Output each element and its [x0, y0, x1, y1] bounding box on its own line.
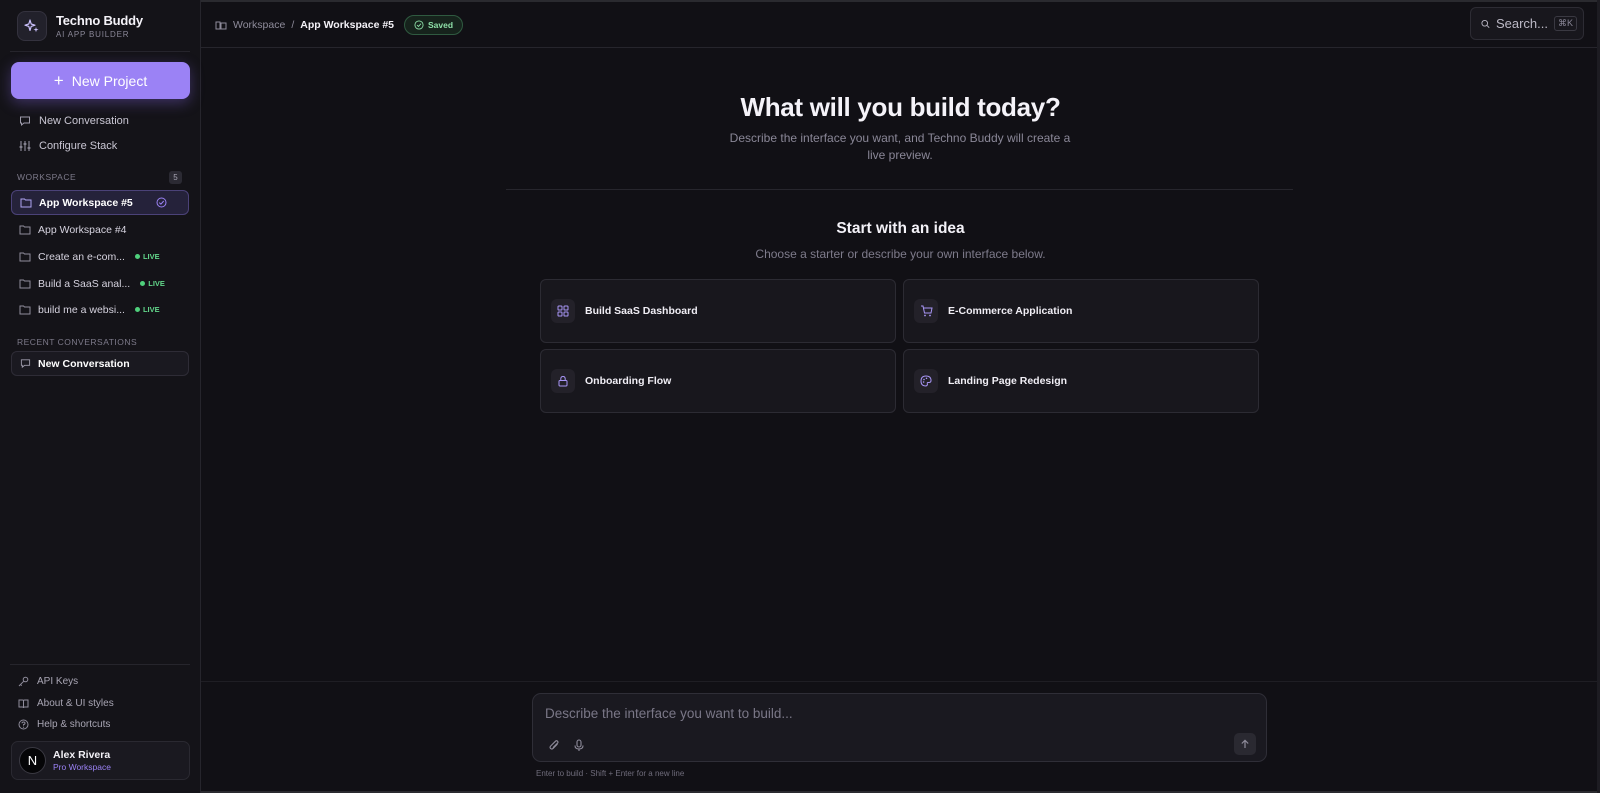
- about-ui-styles-link[interactable]: About & UI styles: [18, 698, 114, 709]
- sidebar-link-label: Configure Stack: [39, 140, 118, 152]
- divider: [10, 664, 190, 665]
- sidebar-link-configure-stack[interactable]: Configure Stack: [19, 140, 117, 152]
- brand[interactable]: Techno Buddy AI APP BUILDER: [17, 11, 143, 41]
- workspace-label: Build a SaaS anal...: [38, 277, 131, 290]
- workspace-section-title: WORKSPACE: [17, 172, 77, 182]
- recent-conversation-item[interactable]: New Conversation: [11, 351, 189, 376]
- new-project-button[interactable]: + New Project: [11, 62, 190, 99]
- link-label: Help & shortcuts: [37, 719, 111, 730]
- new-project-label: New Project: [71, 72, 148, 89]
- idea-card-onboarding[interactable]: Onboarding Flow: [540, 349, 896, 413]
- check-circle-icon: [156, 197, 167, 208]
- folder-icon: [19, 279, 31, 289]
- breadcrumb-separator: /: [291, 19, 295, 31]
- chat-bubble-icon: [20, 116, 30, 127]
- idea-card-saas-dashboard[interactable]: Build SaaS Dashboard: [540, 279, 896, 343]
- search-shortcut: ⌘K: [1553, 16, 1577, 31]
- workspace-icon: [215, 21, 227, 29]
- send-button[interactable]: [1234, 733, 1256, 755]
- workspace-item-ecommerce[interactable]: Create an e-com... LIVE: [11, 244, 189, 269]
- palette-icon: [914, 369, 938, 393]
- idea-card-ecommerce[interactable]: E-Commerce Application: [903, 279, 1259, 343]
- plus-icon: +: [53, 71, 64, 90]
- divider: [10, 51, 190, 52]
- sidebar-link-new-conversation[interactable]: New Conversation: [19, 115, 129, 127]
- sliders-icon: [19, 141, 31, 151]
- page-subtitle: Describe the interface you want, and Tec…: [729, 131, 1071, 162]
- workspace-item-app-workspace-4[interactable]: App Workspace #4: [11, 217, 189, 242]
- composer: [532, 693, 1267, 762]
- ideas-title: Start with an idea: [836, 220, 965, 237]
- grid-icon: [551, 299, 575, 323]
- conversation-label: New Conversation: [38, 357, 130, 370]
- workspace-item-app-workspace-5[interactable]: App Workspace #5: [11, 190, 189, 215]
- key-icon: [18, 676, 29, 687]
- attach-icon[interactable]: [545, 736, 563, 754]
- card-label: E-Commerce Application: [948, 305, 1073, 317]
- folder-icon: [19, 225, 31, 235]
- prompt-input[interactable]: [545, 703, 1245, 723]
- composer-hint: Enter to build · Shift + Enter for a new…: [536, 769, 685, 778]
- ideas-subtitle: Choose a starter or describe your own in…: [755, 247, 1046, 261]
- link-label: About & UI styles: [37, 698, 114, 709]
- check-circle-icon: [414, 20, 424, 30]
- user-plan: Pro Workspace: [53, 762, 111, 772]
- workspace-item-website[interactable]: build me a websi... LIVE: [11, 297, 189, 322]
- workspace-label: build me a websi...: [38, 303, 125, 316]
- workspace-label: App Workspace #5: [39, 196, 133, 209]
- card-label: Build SaaS Dashboard: [585, 305, 698, 317]
- sidebar: Techno Buddy AI APP BUILDER + New Projec…: [0, 0, 201, 793]
- folder-icon: [19, 305, 31, 315]
- workspace-label: Create an e-com...: [38, 250, 125, 263]
- brand-subtitle: AI APP BUILDER: [56, 30, 130, 39]
- card-label: Onboarding Flow: [585, 375, 672, 387]
- sidebar-link-label: New Conversation: [39, 115, 129, 127]
- brand-name: Techno Buddy: [56, 13, 143, 28]
- chat-bubble-icon: [20, 359, 31, 369]
- cart-icon: [914, 299, 938, 323]
- live-status-badge: LIVE: [134, 305, 160, 314]
- link-label: API Keys: [37, 676, 79, 687]
- live-status-badge: LIVE: [140, 279, 165, 288]
- divider: [201, 681, 1600, 682]
- folder-icon: [19, 252, 31, 262]
- live-status-badge: LIVE: [134, 252, 160, 261]
- breadcrumb: Workspace / App Workspace #5 Saved: [215, 15, 464, 35]
- recent-conversations-title: RECENT CONVERSATIONS: [17, 337, 138, 347]
- saved-label: Saved: [428, 20, 454, 30]
- saved-status-badge: Saved: [404, 15, 464, 35]
- divider: [506, 189, 1293, 190]
- user-name: Alex Rivera: [53, 749, 111, 761]
- page-title: What will you build today?: [740, 92, 1061, 122]
- help-circle-icon: [18, 719, 29, 730]
- folder-icon: [20, 198, 32, 208]
- microphone-icon[interactable]: [570, 736, 588, 754]
- book-icon: [18, 699, 29, 709]
- topbar: Workspace / App Workspace #5 Saved Searc…: [201, 0, 1600, 48]
- help-shortcuts-link[interactable]: Help & shortcuts: [18, 719, 110, 730]
- sparkle-logo-icon: [17, 11, 47, 41]
- workspace-item-saas[interactable]: Build a SaaS anal... LIVE: [11, 271, 189, 296]
- card-label: Landing Page Redesign: [948, 375, 1068, 387]
- search-placeholder: Search...: [1495, 16, 1548, 31]
- lock-icon: [551, 369, 575, 393]
- workspace-label: App Workspace #4: [38, 223, 127, 236]
- avatar: N: [19, 747, 46, 774]
- search-icon: [1481, 19, 1490, 28]
- user-profile-card[interactable]: N Alex Rivera Pro Workspace: [11, 741, 190, 780]
- arrow-up-icon: [1241, 739, 1249, 748]
- idea-card-landing-page[interactable]: Landing Page Redesign: [903, 349, 1259, 413]
- search-button[interactable]: Search... ⌘K: [1470, 7, 1584, 40]
- breadcrumb-current: App Workspace #5: [300, 19, 395, 31]
- workspace-count-badge: 5: [169, 171, 182, 184]
- api-keys-link[interactable]: API Keys: [18, 676, 78, 687]
- breadcrumb-workspace-link[interactable]: Workspace: [233, 19, 285, 31]
